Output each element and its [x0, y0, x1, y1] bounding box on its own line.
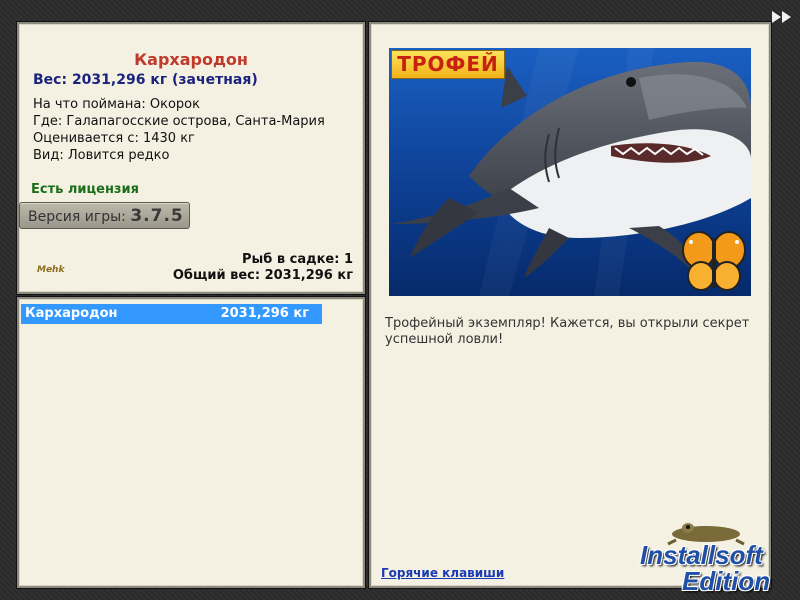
- total-weight: Общий вес: 2031,296 кг: [172, 268, 353, 283]
- installsoft-watermark: Installsoft Edition: [638, 520, 798, 598]
- version-value: 3.7.5: [130, 206, 184, 226]
- fish-info-panel: Кархародон Вес: 2031,296 кг (зачетная) Н…: [17, 22, 365, 294]
- kind-line: Вид: Ловится редко: [33, 148, 170, 163]
- version-badge: Версия игры: 3.7.5: [19, 202, 190, 229]
- fish-count: Рыб в садке: 1: [241, 252, 353, 267]
- catch-description: Трофейный экземпляр! Кажется, вы открыли…: [385, 316, 750, 347]
- license-status: Есть лицензия: [31, 182, 139, 197]
- watermark-line2: Edition: [682, 566, 771, 596]
- hotkeys-link[interactable]: Горячие клавиши: [381, 566, 504, 580]
- list-item-name: Кархародон: [25, 306, 118, 321]
- fast-forward-icon[interactable]: [771, 10, 793, 24]
- location-line: Где: Галапагосские острова, Санта-Мария: [33, 114, 325, 129]
- fish-detail-panel: ТРОФЕЙ Трофейный экземпляр! Кажется, вы …: [369, 22, 771, 588]
- fish-photo: ТРОФЕЙ: [389, 48, 751, 296]
- bait-line: На что поймана: Окорок: [33, 97, 200, 112]
- list-item-weight: 2031,296 кг: [220, 306, 309, 321]
- rated-line: Оценивается с: 1430 кг: [33, 131, 195, 146]
- catch-list-panel: Кархародон 2031,296 кг: [17, 297, 365, 588]
- list-item[interactable]: Кархародон 2031,296 кг: [21, 304, 322, 324]
- mini-logo: Mehk: [37, 265, 65, 275]
- version-label: Версия игры:: [28, 209, 126, 225]
- fish-name-title: Кархародон: [134, 50, 248, 69]
- trophy-label: ТРОФЕЙ: [391, 50, 505, 79]
- butterfly-icon: [682, 231, 746, 291]
- fish-weight: Вес: 2031,296 кг (зачетная): [33, 72, 258, 88]
